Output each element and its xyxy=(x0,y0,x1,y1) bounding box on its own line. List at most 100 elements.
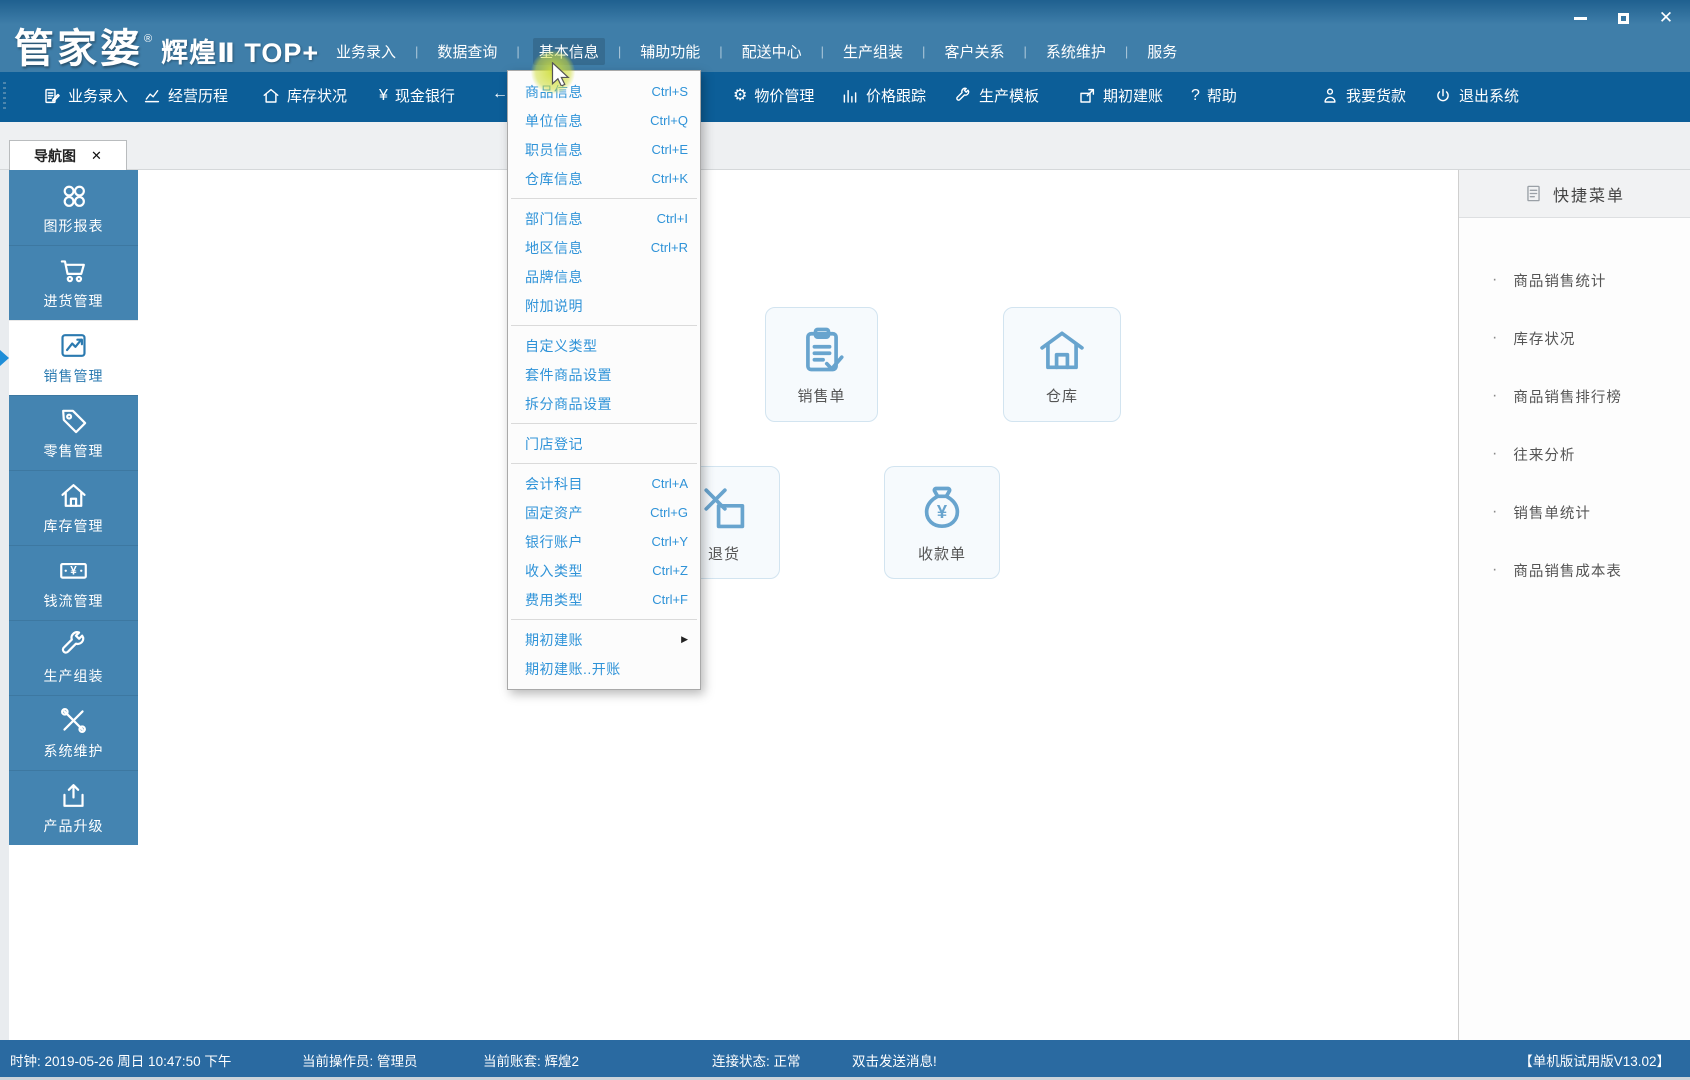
sidebar-item-库存管理[interactable]: 库存管理 xyxy=(9,470,138,545)
menubar-item-服务[interactable]: 服务 xyxy=(1141,38,1183,65)
power-icon xyxy=(1434,87,1452,105)
menu-item-费用类型[interactable]: 费用类型Ctrl+F xyxy=(508,585,700,614)
menubar-item-系统维护[interactable]: 系统维护 xyxy=(1040,38,1112,65)
toolbar-label: 退出系统 xyxy=(1459,85,1519,106)
toolbar-item-经营历程[interactable]: 经营历程 xyxy=(143,85,228,106)
sidebar-item-label: 图形报表 xyxy=(44,216,104,236)
maximize-button[interactable] xyxy=(1615,10,1631,26)
sidebar-item-生产组装[interactable]: 生产组装 xyxy=(9,620,138,695)
menu-item-label: 固定资产 xyxy=(525,503,650,523)
menu-item-商品信息[interactable]: 商品信息Ctrl+S xyxy=(508,77,700,106)
sidebar-item-label: 生产组装 xyxy=(44,666,104,686)
sidebar-item-系统维护[interactable]: 系统维护 xyxy=(9,695,138,770)
menu-item-单位信息[interactable]: 单位信息Ctrl+Q xyxy=(508,106,700,135)
menu-item-会计科目[interactable]: 会计科目Ctrl+A xyxy=(508,469,700,498)
toolbar-item-退出系统[interactable]: 退出系统 xyxy=(1434,85,1519,106)
toolbar-item-期初建账[interactable]: 期初建账 xyxy=(1078,85,1163,106)
menu-item-label: 银行账户 xyxy=(525,532,652,552)
menu-group-separator xyxy=(511,325,697,326)
sidebar-item-钱流管理[interactable]: ¥钱流管理 xyxy=(9,545,138,620)
toolbar-item-价格跟踪[interactable]: 价格跟踪 xyxy=(841,85,926,106)
bullet-icon: · xyxy=(1492,329,1498,347)
menu-item-职员信息[interactable]: 职员信息Ctrl+E xyxy=(508,135,700,164)
menu-item-银行账户[interactable]: 银行账户Ctrl+Y xyxy=(508,527,700,556)
tile-仓库[interactable]: 仓库 xyxy=(1003,307,1121,422)
menubar-item-客户关系[interactable]: 客户关系 xyxy=(938,38,1010,65)
tile-收款单[interactable]: ¥收款单 xyxy=(884,466,1000,579)
tile-销售单[interactable]: 销售单 xyxy=(765,307,878,422)
quick-menu-item-库存状况[interactable]: ·库存状况 xyxy=(1459,309,1690,367)
menu-item-仓库信息[interactable]: 仓库信息Ctrl+K xyxy=(508,164,700,193)
quick-menu-item-商品销售排行榜[interactable]: ·商品销售排行榜 xyxy=(1459,367,1690,425)
minimize-button[interactable] xyxy=(1572,10,1588,26)
status-message[interactable]: 双击发送消息! xyxy=(852,1050,937,1070)
title-bar: 管家婆 ® 辉煌Ⅱ TOP+ 业务录入|数据查询|基本信息|辅助功能|配送中心|… xyxy=(0,0,1690,72)
toolbar-label: 我要货款 xyxy=(1346,85,1406,106)
quick-menu-item-商品销售统计[interactable]: ·商品销售统计 xyxy=(1459,251,1690,309)
menubar-item-生产组装[interactable]: 生产组装 xyxy=(837,38,909,65)
quick-menu-item-往来分析[interactable]: ·往来分析 xyxy=(1459,425,1690,483)
menu-item-拆分商品设置[interactable]: 拆分商品设置 xyxy=(508,389,700,418)
menu-bar: 业务录入|数据查询|基本信息|辅助功能|配送中心|生产组装|客户关系|系统维护|… xyxy=(330,38,1183,64)
menubar-item-业务录入[interactable]: 业务录入 xyxy=(330,38,402,65)
toolbar-item-库存状况[interactable]: 库存状况 xyxy=(262,85,347,106)
menu-item-label: 地区信息 xyxy=(525,238,651,258)
sidebar-item-进货管理[interactable]: 进货管理 xyxy=(9,245,138,320)
toolbar-item-生产模板[interactable]: 生产模板 xyxy=(954,85,1039,106)
menu-separator: | xyxy=(618,44,621,59)
menu-item-品牌信息[interactable]: 品牌信息 xyxy=(508,262,700,291)
sidebar-item-label: 系统维护 xyxy=(44,741,104,761)
menu-item-shortcut: Ctrl+A xyxy=(652,476,688,491)
toolbar-item-业务录入[interactable]: 业务录入 xyxy=(43,85,128,106)
menu-item-部门信息[interactable]: 部门信息Ctrl+I xyxy=(508,204,700,233)
sidebar-item-零售管理[interactable]: 零售管理 xyxy=(9,395,138,470)
menu-item-label: 门店登记 xyxy=(525,434,688,454)
logo-edition: 辉煌Ⅱ TOP+ xyxy=(161,31,319,70)
logo-registered-mark: ® xyxy=(144,33,152,45)
left-gutter xyxy=(0,170,9,1040)
quick-menu-item-label: 销售单统计 xyxy=(1513,502,1591,523)
menu-item-附加说明[interactable]: 附加说明 xyxy=(508,291,700,320)
yen-icon: ¥ xyxy=(379,87,388,105)
menubar-item-配送中心[interactable]: 配送中心 xyxy=(736,38,808,65)
arrow-left-icon: ← xyxy=(492,85,508,103)
menubar-item-数据查询[interactable]: 数据查询 xyxy=(431,38,503,65)
menubar-item-辅助功能[interactable]: 辅助功能 xyxy=(634,38,706,65)
note-pen-icon xyxy=(43,87,61,105)
tag-icon xyxy=(58,405,89,436)
menu-separator: | xyxy=(1125,44,1128,59)
menubar-item-基本信息[interactable]: 基本信息 xyxy=(533,38,605,65)
toolbar-item-帮助[interactable]: ?帮助 xyxy=(1191,85,1237,106)
sidebar-item-label: 零售管理 xyxy=(44,441,104,461)
app-logo: 管家婆 ® 辉煌Ⅱ TOP+ xyxy=(14,16,319,74)
menu-item-期初建账..开账[interactable]: 期初建账..开账 xyxy=(508,654,700,683)
menu-item-套件商品设置[interactable]: 套件商品设置 xyxy=(508,360,700,389)
menu-item-期初建账[interactable]: 期初建账▶ xyxy=(508,625,700,654)
menu-item-地区信息[interactable]: 地区信息Ctrl+R xyxy=(508,233,700,262)
sales-order-icon xyxy=(796,324,848,376)
toolbar-item-物价管理[interactable]: ⚙物价管理 xyxy=(733,85,814,106)
tab-navigation-map[interactable]: 导航图 ✕ xyxy=(9,140,127,170)
toolbar-item-我要货款[interactable]: 我要货款 xyxy=(1321,85,1406,106)
toolbar-label: 价格跟踪 xyxy=(866,85,926,106)
toolbar-item-现金银行[interactable]: ¥现金银行 xyxy=(379,85,455,106)
sidebar-item-图形报表[interactable]: 图形报表 xyxy=(9,170,138,245)
toolbar-item-arrow-left[interactable]: ← xyxy=(492,85,508,103)
menu-item-label: 职员信息 xyxy=(525,140,652,160)
quick-menu-item-销售单统计[interactable]: ·销售单统计 xyxy=(1459,483,1690,541)
menu-item-收入类型[interactable]: 收入类型Ctrl+Z xyxy=(508,556,700,585)
menu-item-门店登记[interactable]: 门店登记 xyxy=(508,429,700,458)
trend-icon xyxy=(58,330,89,361)
sidebar-item-产品升级[interactable]: 产品升级 xyxy=(9,770,138,845)
menu-item-自定义类型[interactable]: 自定义类型 xyxy=(508,331,700,360)
menu-item-固定资产[interactable]: 固定资产Ctrl+G xyxy=(508,498,700,527)
sidebar-item-销售管理[interactable]: 销售管理 xyxy=(9,320,138,395)
menu-item-shortcut: Ctrl+S xyxy=(652,84,688,99)
menu-item-label: 套件商品设置 xyxy=(525,365,688,385)
quick-menu-items: ·商品销售统计·库存状况·商品销售排行榜·往来分析·销售单统计·商品销售成本表 xyxy=(1459,218,1690,599)
quick-menu-item-商品销售成本表[interactable]: ·商品销售成本表 xyxy=(1459,541,1690,599)
tab-close-icon[interactable]: ✕ xyxy=(91,148,102,164)
close-button[interactable]: ✕ xyxy=(1658,10,1674,26)
menu-separator: | xyxy=(821,44,824,59)
status-version: 【单机版试用版V13.02】 xyxy=(1519,1050,1670,1070)
